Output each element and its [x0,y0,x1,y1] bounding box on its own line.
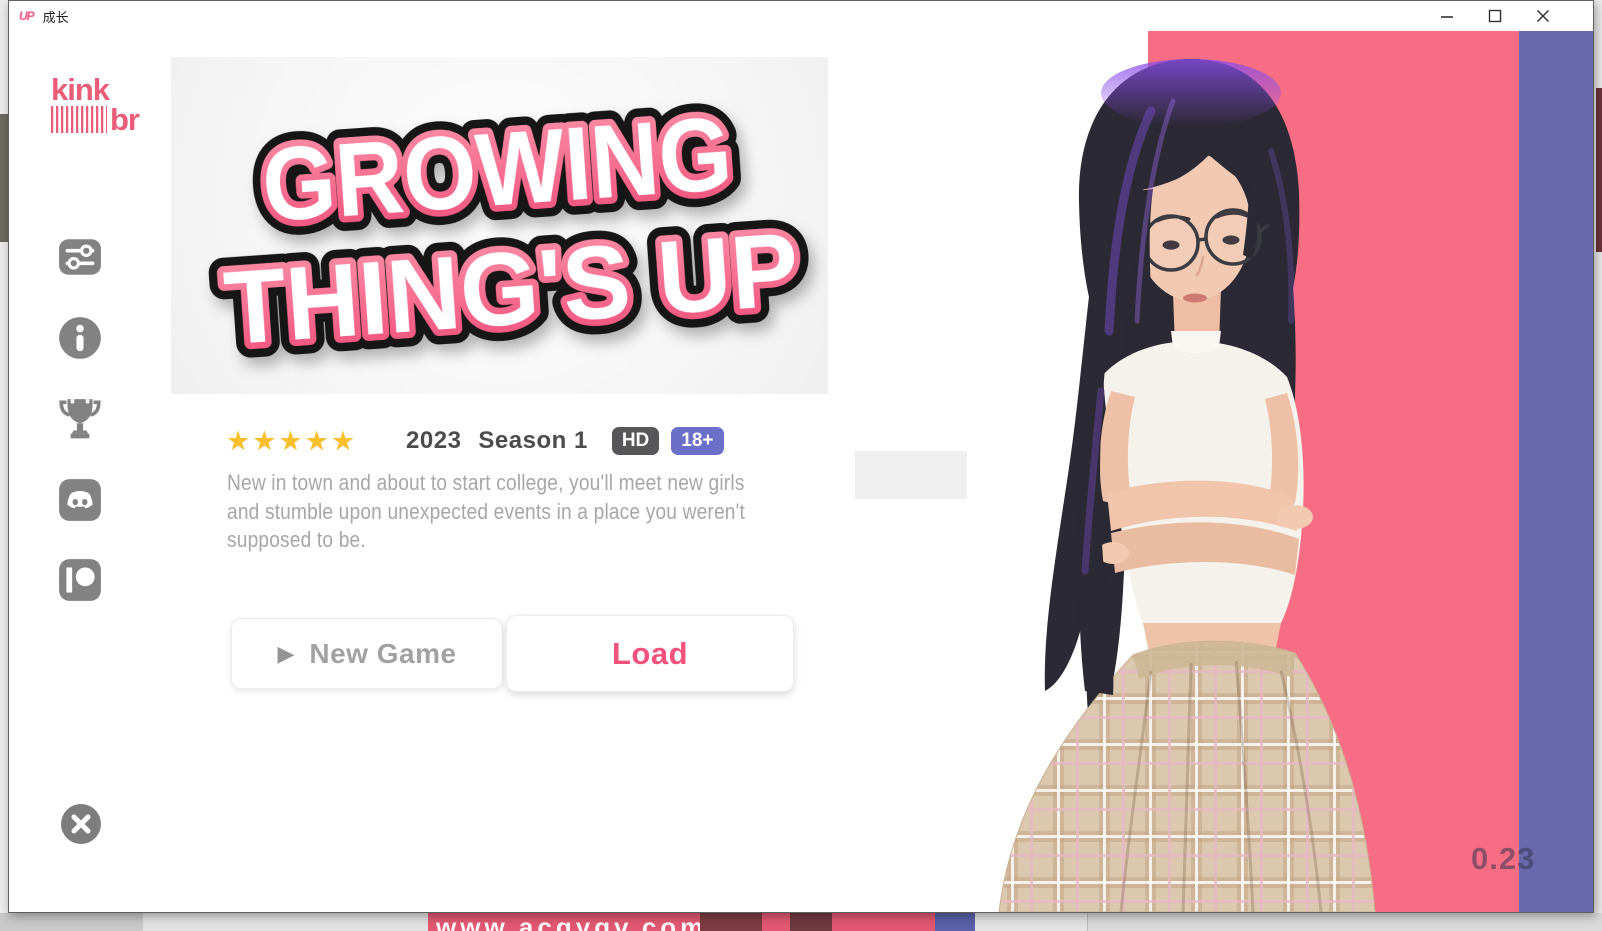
settings-button[interactable] [57,234,103,280]
season-label: Season 1 [478,427,587,455]
window-title: 成长 [43,7,69,26]
new-game-label: New Game [309,638,456,670]
minimize-button[interactable] [1423,1,1471,31]
close-icon [1536,9,1550,23]
logo-text-br: br [110,107,139,133]
exit-close-icon [59,802,103,846]
play-icon: ▶ [277,643,294,665]
version-label: 0.23 [1471,841,1581,877]
maximize-icon [1488,9,1502,23]
age-rating-badge: 18+ [671,427,723,455]
banner-color-block [790,913,832,931]
hd-badge: HD [612,427,659,455]
maximize-button[interactable] [1471,1,1519,31]
game-description: New in town and about to start college, … [227,469,806,555]
game-logo-panel: GROWING THING'S UP GROWING THING'S UP [171,57,828,394]
trophy-icon [57,395,103,441]
release-year: 2023 [406,427,461,455]
discord-button[interactable] [57,477,103,523]
close-button[interactable] [1519,1,1567,31]
rating-stars: ★★★★★ [226,422,357,460]
kinkbr-logo[interactable]: kink br [51,75,139,133]
logo-text-kink: kink [51,75,139,105]
patreon-icon [57,557,103,603]
background-window-edge-left [0,114,8,242]
info-button[interactable] [57,315,103,361]
bottom-strip-segment [0,913,143,931]
app-icon: UP [19,9,34,23]
bottom-strip-segment [143,913,428,931]
achievements-button[interactable] [57,395,103,441]
patreon-button[interactable] [57,557,103,603]
banner-color-block [700,913,762,931]
background-window-edge-right [1596,88,1602,252]
new-game-button[interactable]: ▶ New Game [231,618,503,689]
banner-color-block [935,913,975,931]
character-art [851,31,1531,912]
cutoff-ad-banner: www.acgygv.com [428,913,975,931]
settings-sliders-icon [57,234,103,280]
load-label: Load [612,636,688,672]
app-window: 0.23 kink br [8,0,1594,913]
load-button[interactable]: Load [506,615,794,692]
info-icon [57,315,103,361]
bottom-strip-segment [975,913,1088,931]
exit-button[interactable] [59,802,103,846]
minimize-icon [1440,10,1454,22]
titlebar[interactable]: UP 成长 [9,1,1593,31]
barcode-graphic [51,106,107,133]
bottom-desktop-strip: www.acgygv.com [0,913,1602,931]
discord-icon [57,477,103,523]
game-meta-row: ★★★★★ 2023 Season 1 HD 18+ [226,422,724,460]
banner-url-text: www.acgygv.com [436,914,707,931]
